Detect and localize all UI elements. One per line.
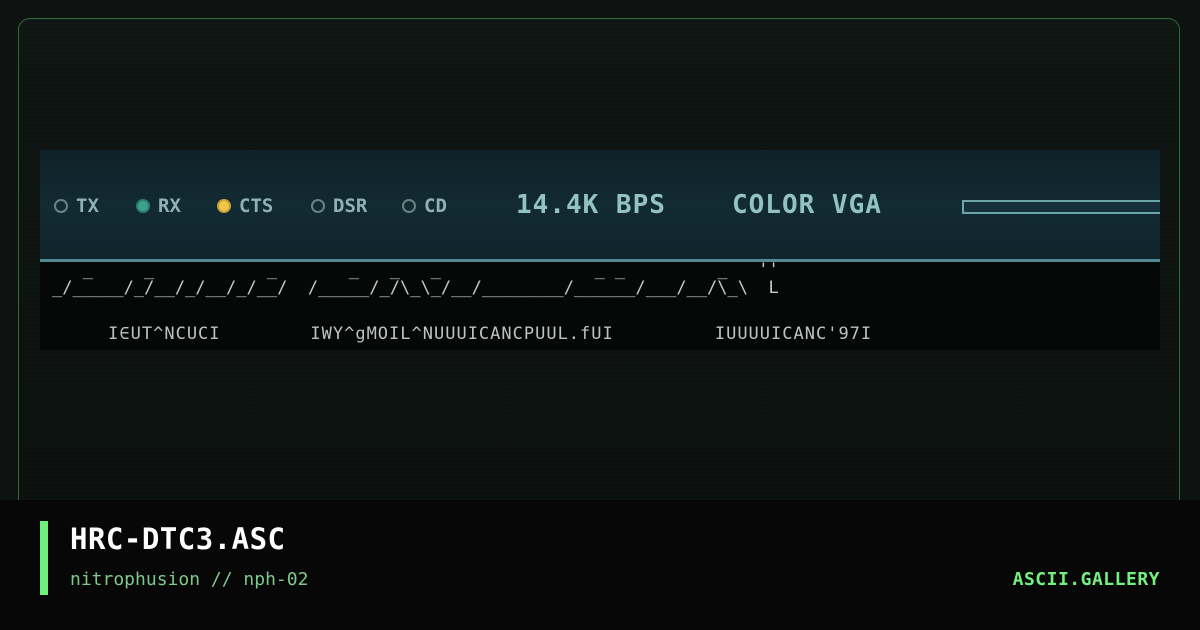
led-off-icon [54,199,68,213]
indicator-rx: RX [136,194,181,218]
connection-speed: 14.4K BPS [516,190,666,220]
led-yellow-icon [217,199,231,213]
artwork-author: nitrophusion // nph-02 [70,569,309,590]
led-off-icon [402,199,416,213]
display-mode: COLOR VGA [732,190,882,220]
signal-meter [962,200,1160,214]
indicator-cts: CTS [217,194,273,218]
ascii-row-1: _ _ _ _ _ _ _ _ _ '' [52,260,779,280]
indicator-label: CTS [239,195,274,217]
indicator-cd: CD [402,194,447,218]
indicator-label: RX [158,195,181,217]
indicator-label: TX [76,195,99,217]
ascii-row-3: I∈UT^NCUCI IWY^gMOIL^NUUUICANCPUUL.fUI I… [52,324,873,344]
indicator-tx: TX [54,194,99,218]
artwork-title: HRC-DTC3.ASC [70,522,286,556]
accent-bar [40,521,48,595]
led-green-icon [136,199,150,213]
led-off-icon [311,199,325,213]
modem-status-bar: TX RX CTS DSR CD 14.4K BPS COLOR VGA [40,150,1160,262]
indicator-label: DSR [333,195,368,217]
ascii-artwork-preview: TX RX CTS DSR CD 14.4K BPS COLOR VGA _ _… [40,150,1160,350]
caption-footer: HRC-DTC3.ASC nitrophusion // nph-02 ASCI… [0,500,1200,630]
indicator-label: CD [424,195,447,217]
site-brand: ASCII.GALLERY [1012,569,1160,590]
indicator-dsr: DSR [311,194,367,218]
ascii-row-2: _/_____/_/__/_/__/_/__/ /_____/_/\_\_/__… [52,278,779,298]
